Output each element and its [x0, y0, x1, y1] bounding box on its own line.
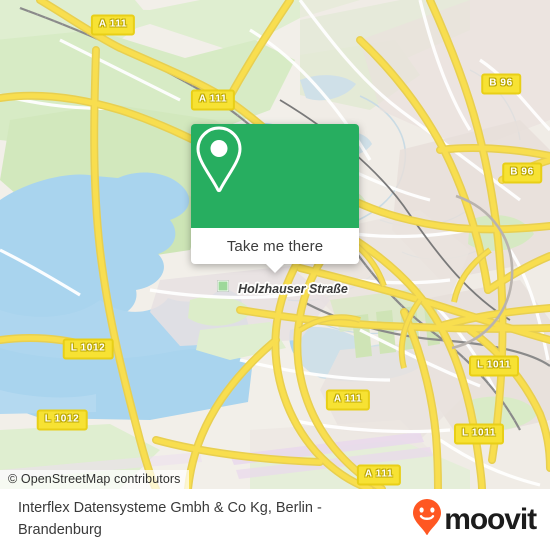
card-image-area: [191, 124, 359, 228]
road-shield-a111-1: A 111: [90, 14, 136, 36]
map-canvas[interactable]: A 111 A 111 B 96 B 96 L 1012 L 1012 L 10…: [0, 0, 550, 489]
road-shield-a111-2: A 111: [190, 89, 236, 111]
road-shield-l1012-2: L 1012: [36, 409, 88, 431]
road-shield-l1011-2: L 1011: [453, 423, 505, 445]
road-shield-l1012-1: L 1012: [62, 338, 114, 360]
road-shield-l1011-1: L 1011: [468, 355, 520, 377]
road-shield-b96-1: B 96: [481, 73, 521, 95]
street-label-holzhauser-strasse: Holzhauser Straße: [238, 282, 348, 296]
holzhauser-strasse-stop-marker[interactable]: [217, 280, 229, 292]
moovit-logo[interactable]: moovit: [412, 498, 537, 541]
moovit-smiley-pin-icon: [412, 498, 442, 541]
map-page: A 111 A 111 B 96 B 96 L 1012 L 1012 L 10…: [0, 0, 550, 550]
moovit-wordmark: moovit: [444, 502, 537, 536]
road-shield-a111-4: A 111: [356, 464, 402, 486]
map-attribution[interactable]: © OpenStreetMap contributors: [0, 470, 189, 489]
card-action-bar[interactable]: Take me there: [191, 228, 359, 273]
place-title: Interflex Datensysteme Gmbh & Co Kg, Ber…: [18, 500, 322, 538]
take-me-there-card[interactable]: Take me there: [191, 124, 359, 273]
take-me-there-label: Take me there: [226, 237, 324, 255]
road-shield-a111-3: A 111: [325, 389, 371, 411]
card-pointer-tail: [265, 263, 285, 273]
road-shield-b96-2: B 96: [502, 162, 542, 184]
footer-bar: Interflex Datensysteme Gmbh & Co Kg, Ber…: [0, 489, 550, 550]
